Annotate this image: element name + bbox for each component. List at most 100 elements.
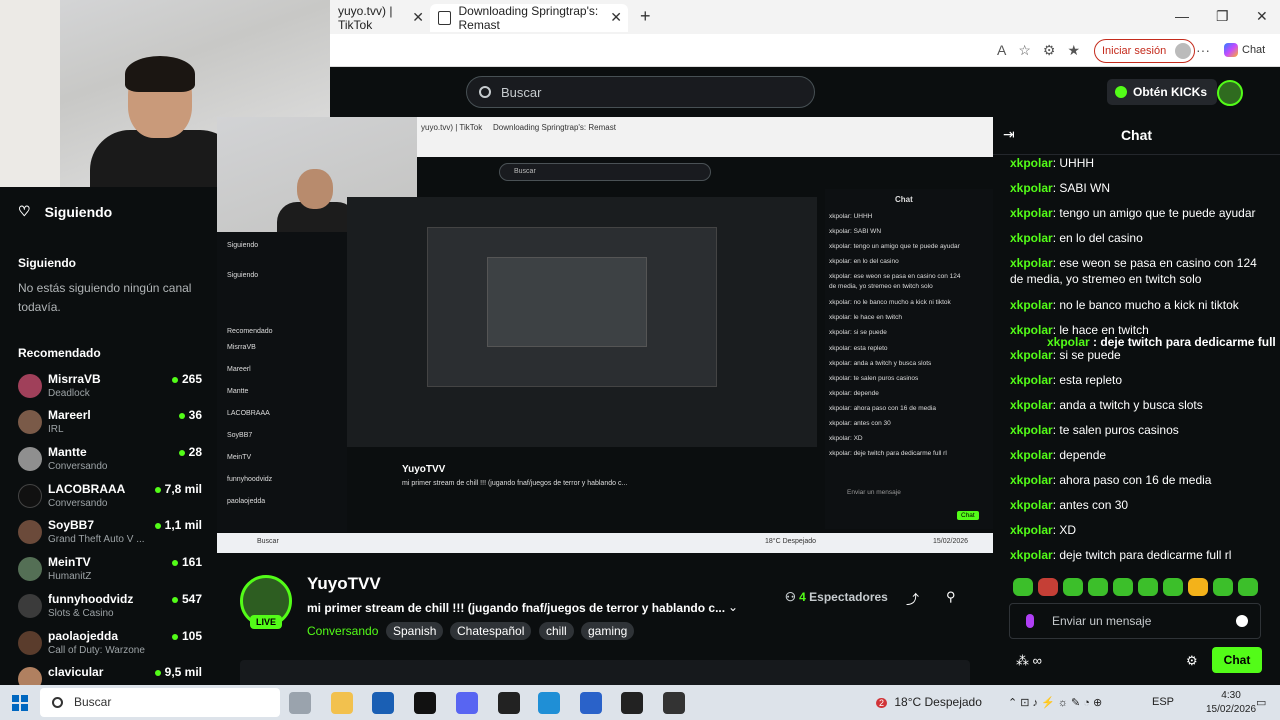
notifications-icon[interactable]: ▭ <box>1256 696 1266 709</box>
language-indicator[interactable]: ESP <box>1152 696 1174 708</box>
chevron-down-icon[interactable]: ⌄ <box>728 600 738 614</box>
channel-category: HumanitZ <box>48 571 92 582</box>
sidebar-channel[interactable]: Mareerl IRL 36 <box>18 407 208 441</box>
edge-icon[interactable] <box>538 692 560 714</box>
login-label: Iniciar sesión <box>1102 45 1167 57</box>
tab-springtrap[interactable]: Downloading Springtrap's: Remast ✕ <box>430 4 628 32</box>
chat-username[interactable]: xkpolar <box>1010 398 1053 412</box>
sidebar-channel[interactable]: paolaojedda Call of Duty: Warzone 105 <box>18 628 208 662</box>
nested-sidebar-text: MeinTV <box>227 454 252 461</box>
chat-username[interactable]: xkpolar <box>1010 548 1053 562</box>
app-icon[interactable] <box>663 692 685 714</box>
get-kicks-button[interactable]: Obtén KICKs <box>1107 79 1218 105</box>
stream-video-player[interactable]: yuyo.tvv) | TikTok Downloading Springtra… <box>217 117 993 553</box>
chat-message-input[interactable]: Enviar un mensaje <box>1009 603 1261 639</box>
emote-icon[interactable] <box>1138 578 1158 596</box>
emote-icon[interactable] <box>1113 578 1133 596</box>
epic-games-icon[interactable] <box>621 692 643 714</box>
store-icon[interactable] <box>372 692 394 714</box>
following-header[interactable]: ♡ Siguiendo <box>18 203 112 220</box>
chat-username[interactable]: xkpolar <box>1010 473 1053 487</box>
chat-username[interactable]: xkpolar <box>1010 373 1053 387</box>
login-button[interactable]: Iniciar sesión <box>1094 39 1196 63</box>
chat-username[interactable]: xkpolar <box>1010 498 1053 512</box>
windows-start-icon[interactable] <box>12 695 28 711</box>
more-options-icon[interactable]: ··· <box>1196 42 1210 58</box>
chat-username[interactable]: xkpolar <box>1010 231 1053 245</box>
stream-title: mi primer stream de chill !!! (jugando f… <box>307 601 726 615</box>
follow-user-icon[interactable]: ⚲ <box>946 589 956 605</box>
chat-username[interactable]: xkpolar <box>1010 156 1053 170</box>
viewer-count: ⚇ 4 Espectadores <box>785 590 888 604</box>
taskbar-weather[interactable]: 2 18°C Despejado <box>876 695 982 709</box>
chat-username[interactable]: xkpolar <box>1010 523 1053 537</box>
user-avatar[interactable] <box>1217 80 1243 106</box>
sidebar-channel[interactable]: MisrraVB Deadlock 265 <box>18 371 208 405</box>
favorites-icon[interactable]: ★ <box>1067 42 1080 59</box>
nested-taskbar-search: Buscar <box>257 538 279 545</box>
emote-icon[interactable] <box>1163 578 1183 596</box>
copilot-chat-button[interactable]: Chat <box>1224 43 1265 57</box>
nested-chat-line: xkpolar: tengo un amigo que te puede ayu… <box>829 243 960 250</box>
emote-icon[interactable] <box>1213 578 1233 596</box>
stream-category[interactable]: Conversando <box>307 624 378 638</box>
stream-tag[interactable]: Spanish <box>386 622 444 640</box>
emote-icon[interactable] <box>1063 578 1083 596</box>
chat-username[interactable]: xkpolar <box>1010 298 1053 312</box>
obs-icon[interactable] <box>498 692 520 714</box>
minimize-icon[interactable]: — <box>1175 8 1189 24</box>
task-view-icon[interactable] <box>289 692 311 714</box>
close-tab-icon[interactable]: ✕ <box>412 9 424 26</box>
new-tab-icon[interactable]: + <box>640 6 651 27</box>
sidebar-channel[interactable]: SoyBB7 Grand Theft Auto V ... 1,1 mil <box>18 517 208 551</box>
emoji-icon[interactable] <box>1236 615 1248 627</box>
chat-username[interactable]: xkpolar <box>1010 181 1053 195</box>
sidebar-channel[interactable]: MeinTV HumanitZ 161 <box>18 554 208 588</box>
chat-username[interactable]: xkpolar <box>1010 448 1053 462</box>
extensions-icon[interactable]: ⚙ <box>1043 42 1056 59</box>
emote-icon[interactable] <box>1088 578 1108 596</box>
stream-tag[interactable]: Chatespañol <box>450 622 532 640</box>
emote-icon[interactable] <box>1038 578 1058 596</box>
live-badge: LIVE <box>250 615 282 629</box>
sidebar-channel[interactable]: Mantte Conversando 28 <box>18 444 208 478</box>
chat-settings-icon[interactable]: ⚙ <box>1186 653 1198 669</box>
stream-tag[interactable]: gaming <box>581 622 635 640</box>
emote-icon[interactable] <box>1188 578 1208 596</box>
tray-icons[interactable]: ⌃ ⊡ ♪ ⚡ ☼ ✎ ◔ ⊕ <box>1008 696 1102 709</box>
shield-icon[interactable] <box>580 692 602 714</box>
channel-name: LACOBRAAA <box>48 482 126 496</box>
search-icon <box>479 86 491 98</box>
channel-viewers-value: 1,1 mil <box>164 518 202 532</box>
badges-icon[interactable]: ⁂ ∞ <box>1016 653 1042 669</box>
taskbar-clock[interactable]: 4:30 15/02/2026 <box>1206 689 1256 717</box>
sidebar-channel[interactable]: LACOBRAAA Conversando 7,8 mil <box>18 481 208 515</box>
emote-icon[interactable] <box>1238 578 1258 596</box>
nested-chat-line: xkpolar: si se puede <box>829 329 887 336</box>
taskbar-search[interactable]: Buscar <box>40 688 280 717</box>
search-input[interactable]: Buscar <box>466 76 815 108</box>
discord-icon[interactable] <box>456 692 478 714</box>
read-aloud-icon[interactable]: A <box>997 42 1006 59</box>
send-chat-button[interactable]: Chat <box>1212 647 1262 673</box>
stream-tag[interactable]: chill <box>539 622 574 640</box>
microphone-icon[interactable] <box>1026 614 1034 628</box>
close-tab-icon[interactable]: ✕ <box>610 9 622 26</box>
share-icon[interactable]: ⤴ <box>906 589 919 608</box>
chat-username[interactable]: xkpolar <box>1010 423 1053 437</box>
tiktok-icon[interactable] <box>414 692 436 714</box>
favorite-star-icon[interactable]: ☆ <box>1018 42 1031 59</box>
channel-avatar <box>18 557 42 581</box>
streamer-name[interactable]: YuyoTVV <box>307 574 381 594</box>
chat-username[interactable]: xkpolar <box>1010 348 1053 362</box>
chat-username[interactable]: xkpolar <box>1010 206 1053 220</box>
file-explorer-icon[interactable] <box>331 692 353 714</box>
chat-message: xkpolar: XD <box>1010 522 1272 538</box>
tab-tiktok[interactable]: yuyo.tvv) | TikTok ✕ <box>330 4 430 32</box>
close-window-icon[interactable]: ✕ <box>1256 8 1268 25</box>
sidebar-channel[interactable]: funnyhoodvidz Slots & Casino 547 <box>18 591 208 625</box>
chat-username[interactable]: xkpolar <box>1010 256 1053 270</box>
emote-icon[interactable] <box>1013 578 1033 596</box>
sidebar-channel[interactable]: clavicular 9,5 mil <box>18 664 208 685</box>
maximize-icon[interactable]: ❐ <box>1216 8 1229 25</box>
